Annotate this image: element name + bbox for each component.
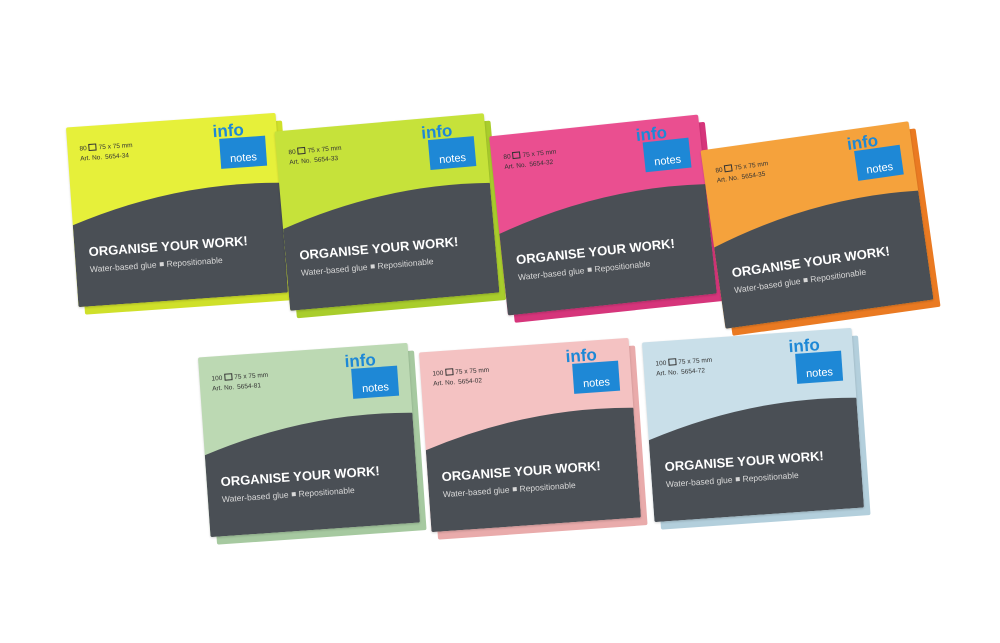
pad-top-sheet: 100 75 x 75 mm Art. No. 5654-72 notes info ORG… [641,327,865,523]
art-label: Art. No. [289,157,312,167]
bullet-icon [735,477,740,482]
art-label: Art. No. [432,379,456,388]
square-icon [224,373,233,381]
brand-name: info [787,335,821,357]
sheet-count: 80 [79,145,87,153]
notes-label: notes [572,360,621,394]
spec-text: 100 75 x 75 mm Art. No. 5654-81 [211,371,269,395]
bullet-icon [803,277,808,283]
art-number: 5654-72 [680,367,706,376]
brand-logo: notes info [211,120,268,172]
pad-top-sheet: 80 75 x 75 mm Art. No. 5654-35 notes info ORGA… [700,121,934,329]
brand-name: info [211,120,245,142]
sticky-note-pad: 80 75 x 75 mm Art. No. 5654-33 notes info ORGA… [274,113,507,319]
sheet-count: 100 [211,374,223,383]
pad-top-sheet: 100 75 x 75 mm Art. No. 5654-02 notes info ORG… [418,337,642,533]
sticky-note-pad: 100 75 x 75 mm Art. No. 5654-72 notes info ORG… [641,327,871,530]
sticky-note-pad: 80 75 x 75 mm Art. No. 5654-32 notes info ORGA… [489,114,724,323]
brand-name: info [343,350,377,372]
spec-text: 100 75 x 75 mm Art. No. 5654-72 [655,356,713,380]
notes-label: notes [795,350,844,384]
sticky-note-pad: 100 75 x 75 mm Art. No. 5654-02 notes info ORG… [418,337,648,540]
art-label: Art. No. [211,384,235,393]
square-icon [297,146,306,155]
bullet-icon [159,262,164,267]
art-number: 5654-35 [741,170,766,181]
sticky-note-pad: 100 75 x 75 mm Art. No. 5654-81 notes info ORG… [197,342,427,545]
spec-text: 100 75 x 75 mm Art. No. 5654-02 [432,366,490,390]
square-icon [668,358,677,366]
art-number: 5654-33 [313,155,339,165]
art-label: Art. No. [716,174,740,185]
notes-label: notes [219,135,268,169]
pad-top-sheet: 80 75 x 75 mm Art. No. 5654-32 notes info ORGA… [489,114,717,316]
bullet-icon [512,487,517,492]
sheet-count: 80 [503,153,512,162]
square-icon [445,368,454,376]
sheet-count: 100 [655,359,667,368]
sheet-count: 100 [432,369,444,378]
sheet-size: 75 x 75 mm [234,371,269,382]
brand-logo: notes info [420,120,477,172]
sheet-size: 75 x 75 mm [455,366,490,377]
art-label: Art. No. [79,154,103,163]
art-number: 5654-81 [236,382,262,391]
brand-logo: notes info [635,122,692,175]
pad-top-sheet: 80 75 x 75 mm Art. No. 5654-34 notes info ORGA… [65,112,289,308]
spec-text: 80 75 x 75 mm Art. No. 5654-34 [79,141,133,165]
sticky-note-pad: 80 75 x 75 mm Art. No. 5654-35 notes info ORGA… [700,121,941,336]
bullet-icon [291,492,296,497]
bullet-icon [370,264,375,269]
art-label: Art. No. [655,369,679,378]
brand-logo: notes info [787,335,844,387]
brand-logo: notes info [564,345,621,397]
art-number: 5654-34 [104,152,130,161]
square-icon [512,151,521,160]
sheet-size: 75 x 75 mm [98,141,133,152]
sheet-size: 75 x 75 mm [678,356,713,367]
sheet-count: 80 [715,166,724,175]
notes-label: notes [351,365,400,399]
art-number: 5654-02 [457,377,483,386]
pad-top-sheet: 100 75 x 75 mm Art. No. 5654-81 notes info ORG… [197,342,421,538]
bullet-icon [587,267,592,272]
brand-logo: notes info [343,350,400,402]
sticky-note-pad: 80 75 x 75 mm Art. No. 5654-34 notes info ORGA… [65,112,295,315]
pad-top-sheet: 80 75 x 75 mm Art. No. 5654-33 notes info ORGA… [274,113,500,311]
square-icon [724,164,733,173]
square-icon [88,143,97,152]
brand-logo: notes info [846,129,904,184]
art-number: 5654-32 [529,158,554,169]
art-label: Art. No. [504,161,527,172]
sheet-count: 80 [288,148,296,157]
brand-name: info [564,345,598,367]
